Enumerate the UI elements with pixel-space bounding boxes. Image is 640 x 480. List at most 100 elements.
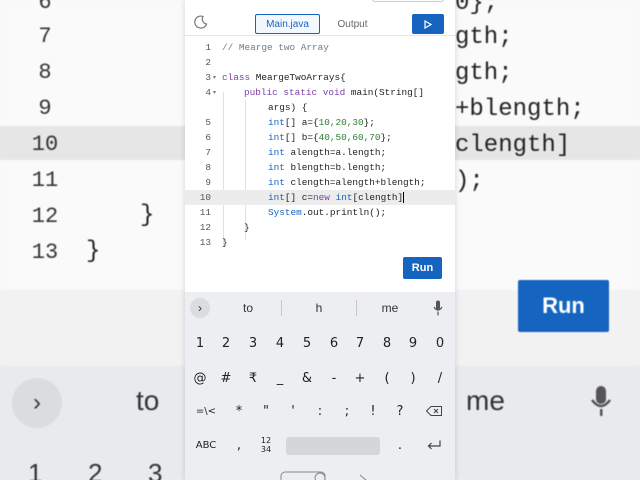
bg-line-number: 8 xyxy=(38,60,52,85)
bg-chevron-icon: › xyxy=(12,378,62,428)
backspace-key[interactable] xyxy=(422,398,446,424)
bg-line-number: 7 xyxy=(38,24,52,49)
abc-key[interactable]: ABC xyxy=(193,432,219,458)
key[interactable]: 4 xyxy=(268,330,292,356)
key[interactable]: # xyxy=(214,365,238,391)
suggestion[interactable]: to xyxy=(218,301,278,315)
divider xyxy=(281,300,282,316)
tab-main-java[interactable]: Main.java xyxy=(255,14,320,34)
code-text: class MeargeTwoArrays{ xyxy=(222,72,346,83)
bg-line-number: 13 xyxy=(31,240,59,265)
bg-line-number: 12 xyxy=(31,204,59,229)
line-number: 11 xyxy=(199,207,211,218)
code-text: } xyxy=(244,222,250,233)
code-text: System.out.println(); xyxy=(268,207,387,218)
space-key[interactable] xyxy=(286,437,380,455)
line-number: 13 xyxy=(199,237,211,248)
line-number: 9 xyxy=(205,177,211,188)
key[interactable]: ? xyxy=(388,398,412,424)
code-line: 12 } xyxy=(185,220,455,235)
key[interactable]: 8 xyxy=(375,330,399,356)
bg-code-fragment: } xyxy=(86,238,101,265)
code-line-active: 10 int[] c=new int[clength] xyxy=(185,190,455,205)
key[interactable]: & xyxy=(295,365,319,391)
code-editor[interactable]: 1 // Mearge two Array 2 3 ▾ class Mearge… xyxy=(185,40,455,260)
key[interactable]: * xyxy=(227,398,251,424)
key[interactable]: =\< xyxy=(193,398,219,424)
key[interactable]: ! xyxy=(361,398,385,424)
bg-code-fragment: clength] xyxy=(455,132,571,159)
nav-bar xyxy=(185,468,455,480)
line-number: 4 xyxy=(205,87,211,98)
code-line: 11 System.out.println(); xyxy=(185,205,455,220)
numpad-key[interactable]: 12 34 xyxy=(254,432,278,458)
code-line: 8 int blength=b.length; xyxy=(185,160,455,175)
bg-mic-icon xyxy=(591,386,611,416)
fold-arrow-icon[interactable]: ▾ xyxy=(213,85,216,100)
bg-line-number: 6 xyxy=(38,0,52,15)
enter-icon xyxy=(427,440,441,450)
key[interactable]: + xyxy=(348,365,372,391)
microphone-icon[interactable] xyxy=(433,300,443,316)
key[interactable]: 0 xyxy=(428,330,452,356)
key[interactable]: ₹ xyxy=(241,365,265,391)
nav-handle-icon xyxy=(280,471,367,480)
code-line: 5 int[] a={10,20,30}; xyxy=(185,115,455,130)
key[interactable]: / xyxy=(428,365,452,391)
key[interactable]: 2 xyxy=(214,330,238,356)
fold-arrow-icon[interactable]: ▾ xyxy=(213,70,216,85)
code-text: public static void main(String[] xyxy=(244,87,425,98)
key[interactable]: : xyxy=(308,398,332,424)
key[interactable]: 3 xyxy=(241,330,265,356)
suggestion[interactable]: h xyxy=(289,301,349,315)
bg-code-fragment: +blength; xyxy=(455,96,585,123)
enter-key[interactable] xyxy=(422,432,446,458)
key[interactable]: _ xyxy=(268,365,292,391)
line-number: 7 xyxy=(205,147,211,158)
key[interactable]: ( xyxy=(375,365,399,391)
bg-key: 1 xyxy=(28,458,43,480)
period-key[interactable]: . xyxy=(388,432,412,458)
bg-key: 2 xyxy=(88,458,103,480)
key[interactable]: 7 xyxy=(348,330,372,356)
code-line: 7 int alength=a.length; xyxy=(185,145,455,160)
code-line: 3 ▾ class MeargeTwoArrays{ xyxy=(185,70,455,85)
key[interactable]: " xyxy=(254,398,278,424)
key[interactable]: 5 xyxy=(295,330,319,356)
key[interactable]: 9 xyxy=(401,330,425,356)
comma-key[interactable]: , xyxy=(227,432,251,458)
line-number: 12 xyxy=(199,222,211,233)
key[interactable]: ; xyxy=(335,398,359,424)
run-top-button[interactable] xyxy=(412,14,444,34)
key[interactable]: @ xyxy=(188,365,212,391)
key[interactable]: 1 xyxy=(188,330,212,356)
code-line: 9 int clength=alength+blength; xyxy=(185,175,455,190)
divider xyxy=(356,300,357,316)
suggestion[interactable]: me xyxy=(360,301,420,315)
line-number: 6 xyxy=(205,132,211,143)
code-text: int alength=a.length; xyxy=(268,147,387,158)
key[interactable]: ' xyxy=(281,398,305,424)
bg-line-number: 11 xyxy=(31,168,59,193)
expand-chevron-icon[interactable]: › xyxy=(190,298,210,318)
key[interactable]: ) xyxy=(401,365,425,391)
run-button[interactable]: Run xyxy=(403,257,442,279)
phone-screen: Main.java Output 1 // Mearge two Array 2… xyxy=(185,0,455,480)
bg-code-fragment: } xyxy=(140,202,155,229)
bg-line-number: 10 xyxy=(31,132,59,157)
code-text: int clength=alength+blength; xyxy=(268,177,426,188)
tab-output[interactable]: Output xyxy=(320,14,385,34)
bg-suggestion: me xyxy=(466,385,505,416)
code-text: args) { xyxy=(268,102,308,113)
line-number: 5 xyxy=(205,117,211,128)
bg-key: 3 xyxy=(148,458,163,480)
key[interactable]: 6 xyxy=(322,330,346,356)
bg-code-fragment: ); xyxy=(455,168,484,195)
code-line: 2 xyxy=(185,55,455,70)
code-text: int blength=b.length; xyxy=(268,162,387,173)
soft-keyboard: › to h me 1 2 3 4 5 6 7 8 9 0 @ # ₹ _ & … xyxy=(185,292,455,480)
key[interactable]: - xyxy=(322,365,346,391)
text-cursor xyxy=(403,192,405,204)
code-text: // Mearge two Array xyxy=(222,42,329,53)
dark-mode-icon[interactable] xyxy=(194,15,208,29)
